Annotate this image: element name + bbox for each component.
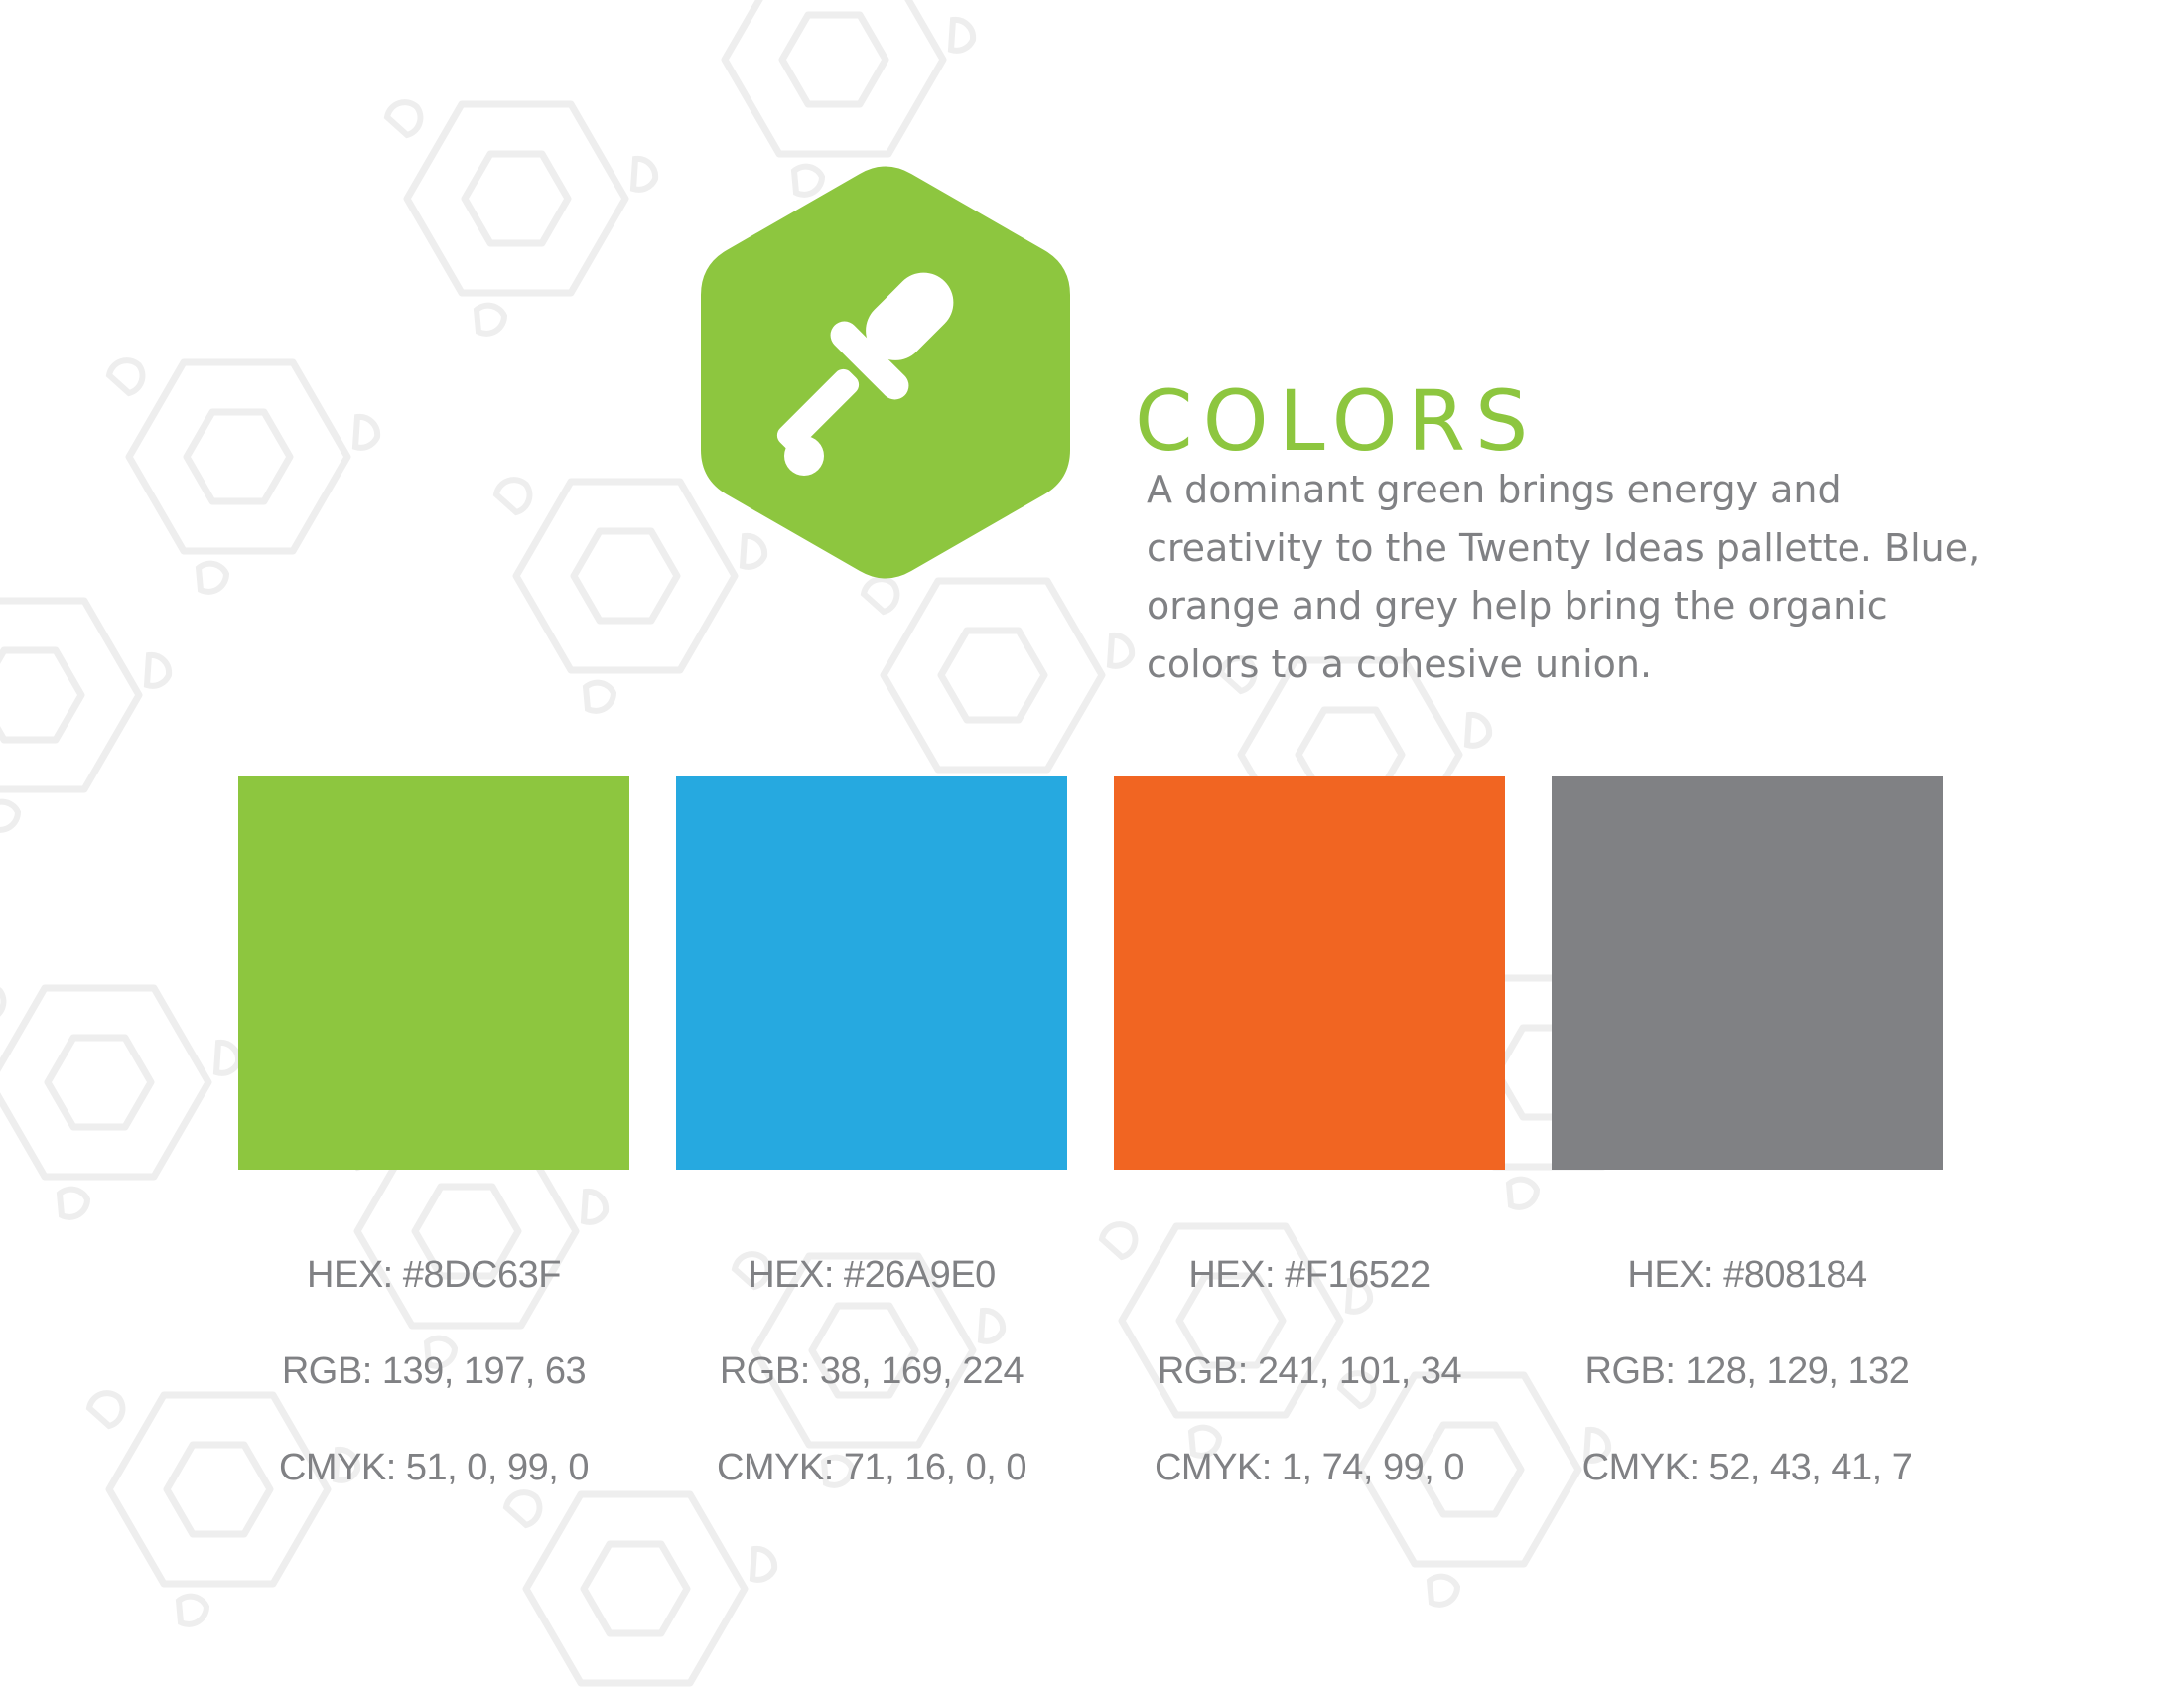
description-line: A dominant green brings energy and xyxy=(1147,468,1842,511)
color-specs-orange: HEX: #F16522 RGB: 241, 101, 34 CMYK: 1, … xyxy=(1061,1256,1558,1545)
color-specs-green: HEX: #8DC63F RGB: 139, 197, 63 CMYK: 51,… xyxy=(186,1256,682,1545)
swatch-blue xyxy=(676,776,1067,1170)
rgb-value: RGB: 139, 197, 63 xyxy=(281,1350,587,1392)
description-line: colors to a cohesive union. xyxy=(1147,641,1653,686)
cmyk-value: CMYK: 71, 16, 0, 0 xyxy=(716,1447,1027,1488)
hex-value: HEX: #26A9E0 xyxy=(748,1254,996,1296)
page-title: COLORS xyxy=(1135,372,1539,471)
swatch-grey xyxy=(1552,776,1943,1170)
cmyk-value: CMYK: 1, 74, 99, 0 xyxy=(1154,1447,1465,1488)
page-description: A dominant green brings energy and creat… xyxy=(1147,461,2020,693)
rgb-value: RGB: 38, 169, 224 xyxy=(719,1350,1024,1392)
rgb-value: RGB: 241, 101, 34 xyxy=(1157,1350,1462,1392)
swatch-orange xyxy=(1114,776,1505,1170)
hex-value: HEX: #8DC63F xyxy=(307,1254,561,1296)
cmyk-value: CMYK: 52, 43, 41, 7 xyxy=(1581,1447,1913,1488)
hex-value: HEX: #F16522 xyxy=(1188,1254,1431,1296)
color-specs-blue: HEX: #26A9E0 RGB: 38, 169, 224 CMYK: 71,… xyxy=(623,1256,1120,1545)
eyedropper-icon xyxy=(701,166,1070,579)
rgb-value: RGB: 128, 129, 132 xyxy=(1584,1350,1910,1392)
swatch-green xyxy=(238,776,629,1170)
description-line: orange and grey help bring the organic xyxy=(1147,584,1888,628)
color-specs-grey: HEX: #808184 RGB: 128, 129, 132 CMYK: 52… xyxy=(1499,1256,1995,1545)
hex-value: HEX: #808184 xyxy=(1627,1254,1867,1296)
description-line: creativity to the Twenty Ideas pallette.… xyxy=(1147,525,1980,570)
cmyk-value: CMYK: 51, 0, 99, 0 xyxy=(278,1447,590,1488)
